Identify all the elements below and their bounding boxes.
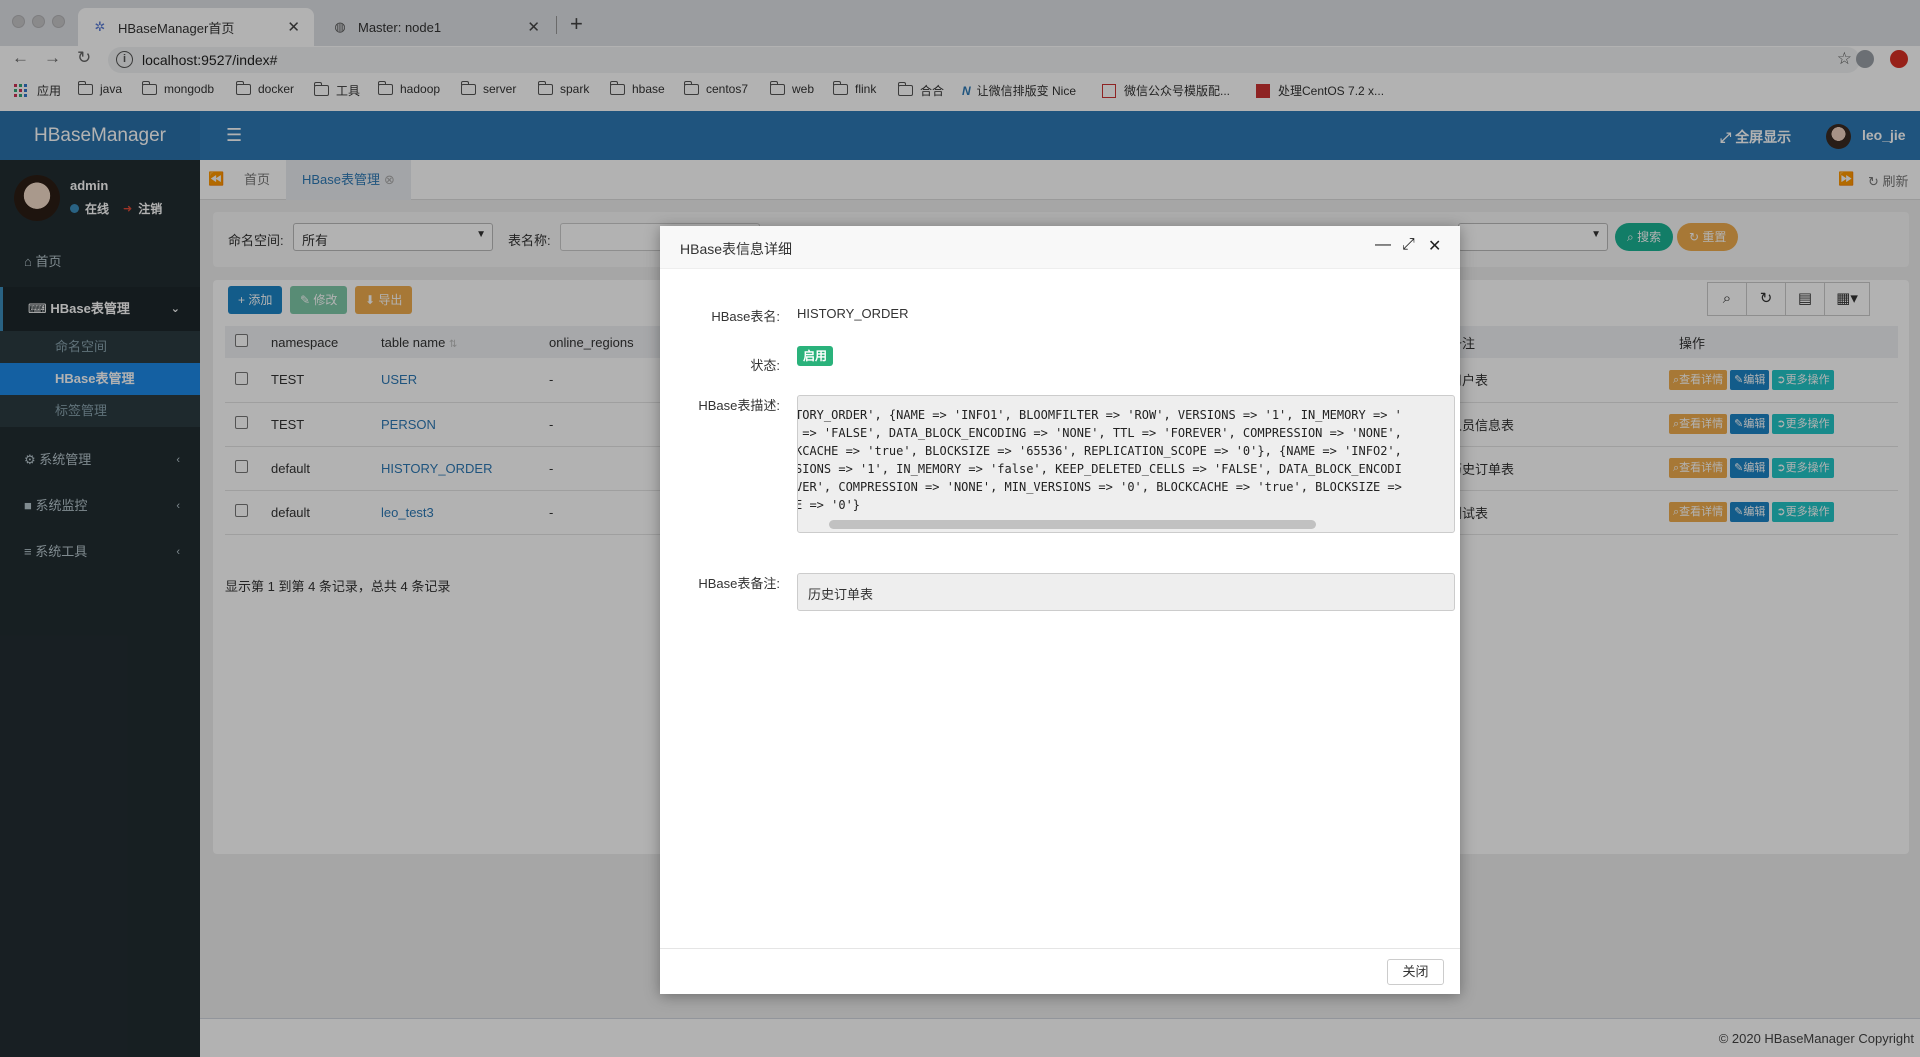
table-detail-modal: HBase表信息详细 — ⤢ ✕ HBase表名: HISTORY_ORDER … (660, 226, 1460, 994)
minimize-icon[interactable]: — (1375, 236, 1391, 254)
description-label: HBase表描述: (698, 398, 780, 413)
desc-line: => 'FALSE', DATA_BLOCK_ENCODING => 'NONE… (797, 426, 1402, 440)
close-icon[interactable]: ✕ (1428, 236, 1441, 256)
status-badge: 启用 (797, 346, 834, 366)
desc-line: TORY_ORDER', {NAME => 'INFO1', BLOOMFILT… (797, 408, 1402, 422)
status-label: 状态: (750, 358, 780, 373)
modal-footer: 关闭 (660, 948, 1460, 994)
horizontal-scrollbar[interactable] (829, 520, 1316, 529)
modal-title: HBase表信息详细 (680, 241, 793, 257)
desc-line: KCACHE => 'true', BLOCKSIZE => '65536', … (797, 444, 1402, 458)
desc-line: SIONS => '1', IN_MEMORY => 'false', KEEP… (797, 462, 1402, 476)
remark-field[interactable]: 历史订单表 (797, 573, 1455, 611)
description-text: TORY_ORDER', {NAME => 'INFO1', BLOOMFILT… (797, 396, 1454, 514)
close-button[interactable]: 关闭 (1387, 959, 1444, 985)
maximize-icon[interactable]: ⤢ (1402, 236, 1415, 254)
remark-label: HBase表备注: (698, 576, 780, 591)
modal-header: HBase表信息详细 — ⤢ ✕ (660, 226, 1460, 269)
table-name-label: HBase表名: (711, 309, 780, 324)
table-name-value: HISTORY_ORDER (797, 306, 909, 321)
desc-line: E => '0'} (797, 498, 861, 512)
description-textarea[interactable]: TORY_ORDER', {NAME => 'INFO1', BLOOMFILT… (797, 395, 1455, 533)
desc-line: VER', COMPRESSION => 'NONE', MIN_VERSION… (797, 480, 1402, 494)
